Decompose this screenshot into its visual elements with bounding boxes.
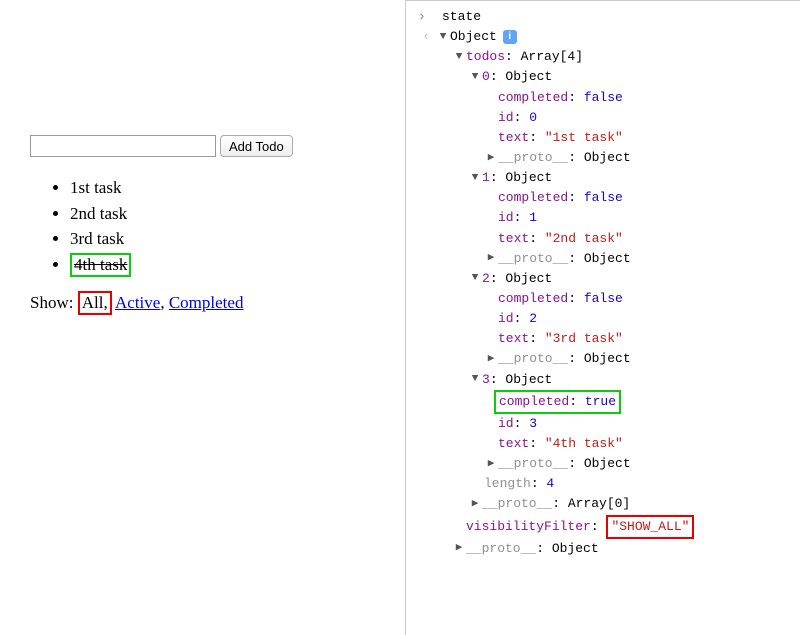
tree-row[interactable]: id: 2 [406, 309, 800, 329]
tree-row[interactable]: todos: Array[4] [406, 47, 800, 67]
console-output-root[interactable]: › Object i [406, 27, 800, 47]
completed-true-highlight: completed: true [494, 390, 621, 414]
tree-row[interactable]: text: "1st task" [406, 128, 800, 148]
list-item[interactable]: 3rd task [70, 226, 405, 252]
tree-row[interactable]: visibilityFilter: "SHOW_ALL" [406, 515, 800, 539]
filter-completed-link[interactable]: Completed [169, 293, 244, 312]
task-text: 2nd task [70, 204, 127, 223]
toggle-icon[interactable] [438, 29, 448, 46]
toggle-icon[interactable] [470, 170, 480, 187]
filter-all: All [82, 293, 104, 312]
filter-row: Show: All, Active, Completed [30, 291, 405, 315]
tree-row[interactable]: text: "2nd task" [406, 229, 800, 249]
toggle-icon[interactable] [454, 49, 464, 66]
toggle-icon[interactable] [470, 69, 480, 86]
toggle-icon[interactable] [486, 250, 496, 267]
visibility-filter-highlight: "SHOW_ALL" [606, 515, 694, 539]
todo-app: Add Todo 1st task 2nd task 3rd task 4th … [0, 0, 405, 635]
task-text: 3rd task [70, 229, 124, 248]
tree-row[interactable]: text: "3rd task" [406, 329, 800, 349]
tree-row[interactable]: __proto__: Object [406, 148, 800, 168]
tree-row[interactable]: 1: Object [406, 168, 800, 188]
tree-row[interactable]: text: "4th task" [406, 434, 800, 454]
toggle-icon[interactable] [486, 456, 496, 473]
tree-row[interactable]: id: 1 [406, 208, 800, 228]
tree-row[interactable]: completed: false [406, 289, 800, 309]
completed-task-highlight: 4th task [70, 253, 131, 277]
list-item[interactable]: 4th task [70, 252, 405, 278]
tree-row[interactable]: __proto__: Object [406, 249, 800, 269]
filter-label: Show: [30, 293, 73, 312]
add-todo-button[interactable]: Add Todo [220, 135, 293, 157]
tree-row[interactable]: __proto__: Object [406, 539, 800, 559]
toggle-icon[interactable] [470, 496, 480, 513]
tree-row[interactable]: completed: false [406, 88, 800, 108]
filter-active-link[interactable]: Active [115, 293, 160, 312]
task-text: 1st task [70, 178, 121, 197]
list-item[interactable]: 1st task [70, 175, 405, 201]
tree-row[interactable]: id: 0 [406, 108, 800, 128]
tree-row[interactable]: length: 4 [406, 474, 800, 494]
console-input-text: state [442, 7, 481, 27]
console-input-line[interactable]: › state [406, 7, 800, 27]
tree-row[interactable]: id: 3 [406, 414, 800, 434]
console-return-icon: › [418, 27, 430, 47]
new-task-input[interactable] [30, 135, 216, 157]
task-list: 1st task 2nd task 3rd task 4th task [30, 175, 405, 277]
devtools-pane: › state › Object i todos: Array[4] 0: Ob… [405, 0, 800, 635]
toggle-icon[interactable] [470, 270, 480, 287]
console-prompt-icon: › [418, 7, 430, 27]
tree-row[interactable]: 0: Object [406, 67, 800, 87]
toggle-icon[interactable] [454, 540, 464, 557]
tree-row[interactable]: 2: Object [406, 269, 800, 289]
toggle-icon[interactable] [470, 371, 480, 388]
filter-all-highlight: All, [78, 291, 112, 315]
tree-row[interactable]: __proto__: Object [406, 349, 800, 369]
tree-row[interactable]: 3: Object [406, 370, 800, 390]
info-badge-icon[interactable]: i [503, 30, 517, 44]
tree-row[interactable]: __proto__: Array[0] [406, 494, 800, 514]
tree-row[interactable]: completed: false [406, 188, 800, 208]
toggle-icon[interactable] [486, 150, 496, 167]
tree-row[interactable]: completed: true [406, 390, 800, 414]
tree-row[interactable]: __proto__: Object [406, 454, 800, 474]
add-todo-row: Add Todo [30, 135, 405, 157]
list-item[interactable]: 2nd task [70, 201, 405, 227]
toggle-icon[interactable] [486, 351, 496, 368]
